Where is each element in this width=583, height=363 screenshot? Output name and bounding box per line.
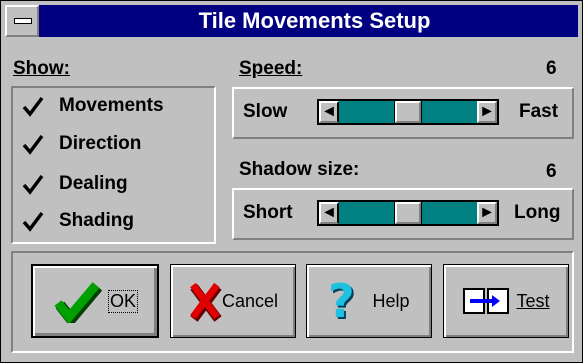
- speed-scroll-left-button[interactable]: ◄: [319, 101, 339, 123]
- svg-text:?: ?: [328, 277, 355, 325]
- system-menu-icon: [14, 18, 32, 24]
- speed-value: 6: [546, 58, 557, 79]
- shadow-value: 6: [546, 161, 557, 182]
- question-mark-icon: ? ?: [328, 274, 362, 330]
- shadow-min-label: Short: [243, 202, 293, 223]
- cancel-button[interactable]: Cancel: [170, 264, 296, 338]
- x-icon: [188, 279, 222, 323]
- checkbox-dealing[interactable]: Dealing: [21, 170, 128, 198]
- speed-min-label: Slow: [243, 101, 288, 122]
- checkbox-direction[interactable]: Direction: [21, 130, 141, 158]
- speed-scroll-thumb[interactable]: [394, 100, 422, 124]
- title-bar[interactable]: Tile Movements Setup: [5, 5, 578, 37]
- arrow-left-icon: ◄: [321, 204, 337, 221]
- help-button[interactable]: ? ? Help: [306, 264, 432, 338]
- checkmark-icon: [21, 132, 45, 156]
- test-button-label: Test: [516, 290, 550, 311]
- checkbox-movements[interactable]: Movements: [21, 92, 164, 120]
- test-button[interactable]: Test: [443, 264, 569, 338]
- checkmark-icon: [21, 172, 45, 196]
- show-heading: Show:: [13, 58, 70, 80]
- system-menu-button[interactable]: [5, 5, 39, 37]
- speed-panel: Slow ◄ ► Fast: [232, 87, 574, 139]
- checkbox-label: Dealing: [59, 173, 128, 194]
- shadow-scroll-right-button[interactable]: ►: [477, 202, 497, 224]
- speed-scrollbar[interactable]: ◄ ►: [317, 99, 499, 125]
- checkbox-label: Movements: [59, 95, 164, 116]
- arrow-right-icon: ►: [479, 204, 495, 221]
- checkbox-label: Direction: [59, 133, 142, 154]
- ok-button[interactable]: OK: [31, 264, 159, 338]
- show-group: Movements Direction Dealing Shading: [11, 86, 216, 244]
- speed-max-label: Fast: [519, 101, 559, 122]
- checkbox-shading[interactable]: Shading: [21, 207, 134, 235]
- shadow-scrollbar[interactable]: ◄ ►: [317, 200, 499, 226]
- help-button-label: Help: [372, 290, 410, 311]
- shadow-max-label: Long: [514, 202, 561, 223]
- window-title: Tile Movements Setup: [198, 8, 431, 33]
- ok-button-label: OK: [107, 289, 138, 313]
- checkmark-icon: [52, 279, 103, 328]
- test-arrow-icon: [462, 286, 510, 316]
- dialog-window: Tile Movements Setup Show: Movements Dir…: [0, 0, 583, 363]
- arrow-right-icon: ►: [479, 103, 495, 120]
- shadow-panel: Short ◄ ► Long: [232, 188, 574, 240]
- cancel-button-label: Cancel: [221, 290, 279, 311]
- shadow-scroll-thumb[interactable]: [394, 201, 422, 225]
- checkbox-label: Shading: [59, 210, 134, 231]
- show-heading-text: Show:: [13, 58, 70, 79]
- checkmark-icon: [21, 94, 45, 118]
- shadow-heading: Shadow size:: [239, 159, 360, 180]
- speed-heading: Speed:: [239, 58, 303, 79]
- shadow-scroll-left-button[interactable]: ◄: [319, 202, 339, 224]
- speed-scroll-right-button[interactable]: ►: [477, 101, 497, 123]
- arrow-left-icon: ◄: [321, 103, 337, 120]
- checkmark-icon: [21, 209, 45, 233]
